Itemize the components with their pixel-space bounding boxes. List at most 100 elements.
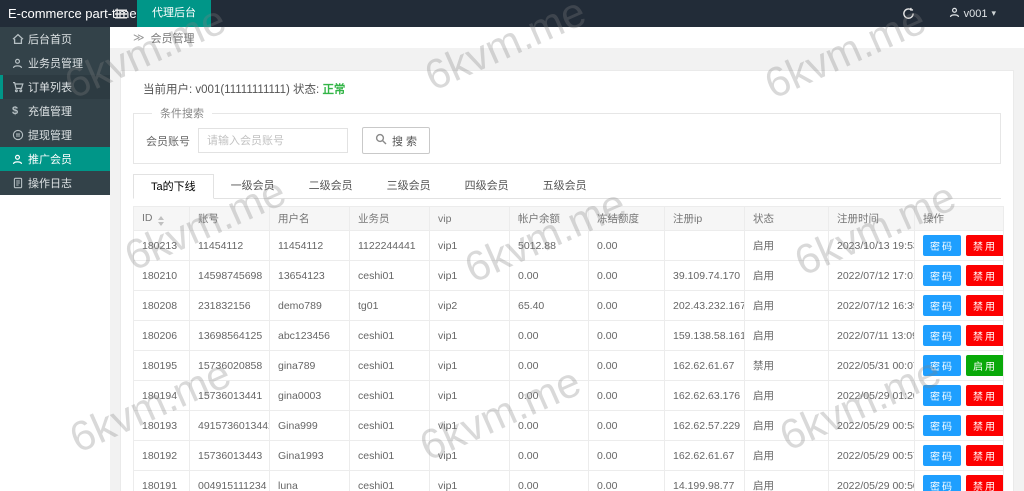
sidebar-item-1[interactable]: 业务员管理	[0, 51, 110, 75]
cell-balance: 0.00	[509, 410, 589, 441]
password-button[interactable]: 密码	[923, 235, 961, 256]
column-header-1: 账号	[189, 206, 270, 231]
brand-title: E-commerce part-time	[8, 6, 137, 21]
sidebar-item-0[interactable]: 后台首页	[0, 27, 110, 51]
column-header-5: 帐户余额	[509, 206, 589, 231]
cell-account: 14598745698	[189, 260, 270, 291]
column-header-10: 操作	[914, 206, 1004, 231]
cell-id: 180191	[133, 470, 190, 491]
password-button[interactable]: 密码	[923, 325, 961, 346]
tab-0[interactable]: Ta的下线	[133, 174, 214, 199]
password-button[interactable]: 密码	[923, 385, 961, 406]
tab-1[interactable]: 一级会员	[214, 174, 292, 199]
cell-ip: 162.62.63.176	[664, 380, 745, 411]
sort-icon[interactable]	[157, 215, 164, 226]
cell-time: 2022/07/11 13:09:09	[828, 320, 915, 351]
column-header-4: vip	[429, 206, 510, 231]
sidebar-item-5[interactable]: 推广会员	[0, 147, 110, 171]
cell-time: 2022/05/29 01:20:34	[828, 380, 915, 411]
disable-button[interactable]: 禁用	[966, 295, 1003, 316]
cell-account: 15736013443	[189, 440, 270, 471]
sidebar-item-label: 业务员管理	[28, 58, 83, 70]
tab-3[interactable]: 三级会员	[370, 174, 448, 199]
sidebar-item-4[interactable]: 提现管理	[0, 123, 110, 147]
header-user-menu[interactable]: v001 ▾	[949, 7, 996, 21]
cell-frozen: 0.00	[588, 230, 665, 261]
tab-5[interactable]: 五级会员	[526, 174, 604, 199]
cell-frozen: 0.00	[588, 410, 665, 441]
table-row: 180191 004915111234 luna ceshi01 vip1 0.00 0.0…	[133, 470, 1004, 491]
cell-operations: 密码启用...	[914, 350, 1004, 381]
column-header-0[interactable]: ID	[133, 206, 190, 231]
tab-4[interactable]: 四级会员	[448, 174, 526, 199]
enable-button[interactable]: 启用	[966, 355, 1003, 376]
disable-button[interactable]: 禁用	[966, 415, 1003, 436]
cell-status: 启用	[744, 470, 829, 491]
cell-salesman: ceshi01	[349, 470, 430, 491]
cell-operations: 密码禁用...	[914, 440, 1004, 471]
column-header-label: 用户名	[278, 213, 310, 225]
cell-operations: 密码禁用...	[914, 290, 1004, 321]
sidebar-item-2[interactable]: 订单列表	[0, 75, 110, 99]
header-right: v001 ▾	[902, 7, 1024, 21]
cell-salesman: 1122244441	[349, 230, 430, 261]
disable-button[interactable]: 禁用	[966, 445, 1003, 466]
cell-status: 启用	[744, 290, 829, 321]
cell-balance: 0.00	[509, 470, 589, 491]
password-button[interactable]: 密码	[923, 415, 961, 436]
password-button[interactable]: 密码	[923, 475, 961, 491]
home-icon	[12, 33, 28, 45]
cell-balance: 65.40	[509, 290, 589, 321]
cell-username: gina789	[269, 350, 350, 381]
tab-agent-backend[interactable]: 代理后台	[137, 0, 211, 27]
table-row: 180208 231832156 demo789 tg01 vip2 65.40 0.00 2…	[133, 290, 1004, 321]
cell-operations: 密码禁用...	[914, 320, 1004, 351]
table-header-row: ID 账号 用户名 业务员 vip 帐户余额 冻结额度 注册ip 状态 注册时间 操作	[133, 206, 1004, 231]
disable-button[interactable]: 禁用	[966, 385, 1003, 406]
column-header-8: 状态	[744, 206, 829, 231]
search-button[interactable]: 搜 索	[362, 127, 431, 154]
column-header-label: 账号	[198, 213, 219, 225]
cell-ip: 39.109.74.170	[664, 260, 745, 291]
cell-balance: 0.00	[509, 260, 589, 291]
table-row: 180195 15736020858 gina789 ceshi01 vip1 0.00 0…	[133, 350, 1004, 381]
cell-ip: 202.43.232.167	[664, 290, 745, 321]
search-fieldset: 条件搜索 会员账号 搜 索	[133, 105, 1001, 164]
cell-time: 2022/07/12 16:39:11	[828, 290, 915, 321]
sidebar-item-3[interactable]: $ 充值管理	[0, 99, 110, 123]
cell-time: 2023/10/13 19:53:04	[828, 230, 915, 261]
password-button[interactable]: 密码	[923, 265, 961, 286]
password-button[interactable]: 密码	[923, 445, 961, 466]
cell-salesman: tg01	[349, 290, 430, 321]
tab-2[interactable]: 二级会员	[292, 174, 370, 199]
menu-toggle-icon[interactable]	[114, 8, 128, 20]
refresh-icon[interactable]	[902, 7, 915, 20]
header-username: v001	[963, 7, 988, 20]
column-header-label: 注册时间	[837, 213, 879, 225]
order-list-icon	[12, 81, 28, 93]
sidebar-item-label: 后台首页	[28, 34, 72, 46]
password-button[interactable]: 密码	[923, 295, 961, 316]
cell-vip: vip1	[429, 260, 510, 291]
sidebar-item-6[interactable]: 操作日志	[0, 171, 110, 195]
recharge-icon: $	[12, 105, 19, 117]
cell-account: 231832156	[189, 290, 270, 321]
password-button[interactable]: 密码	[923, 355, 961, 376]
cell-frozen: 0.00	[588, 470, 665, 491]
cell-ip: 159.138.58.161	[664, 320, 745, 351]
column-header-label: 注册ip	[673, 213, 703, 225]
disable-button[interactable]: 禁用	[966, 325, 1003, 346]
member-management-panel: 当前用户: v001(11111111111) 状态: 正常 条件搜索 会员账号	[120, 70, 1014, 491]
cell-operations: 密码禁用...	[914, 260, 1004, 291]
cell-frozen: 0.00	[588, 380, 665, 411]
cell-salesman: ceshi01	[349, 350, 430, 381]
cell-status: 启用	[744, 320, 829, 351]
cell-vip: vip1	[429, 410, 510, 441]
cell-vip: vip1	[429, 320, 510, 351]
disable-button[interactable]: 禁用	[966, 235, 1003, 256]
disable-button[interactable]: 禁用	[966, 265, 1003, 286]
cell-id: 180195	[133, 350, 190, 381]
disable-button[interactable]: 禁用	[966, 475, 1003, 491]
member-account-input[interactable]	[198, 128, 348, 153]
sidebar-item-label: 提现管理	[28, 130, 72, 142]
